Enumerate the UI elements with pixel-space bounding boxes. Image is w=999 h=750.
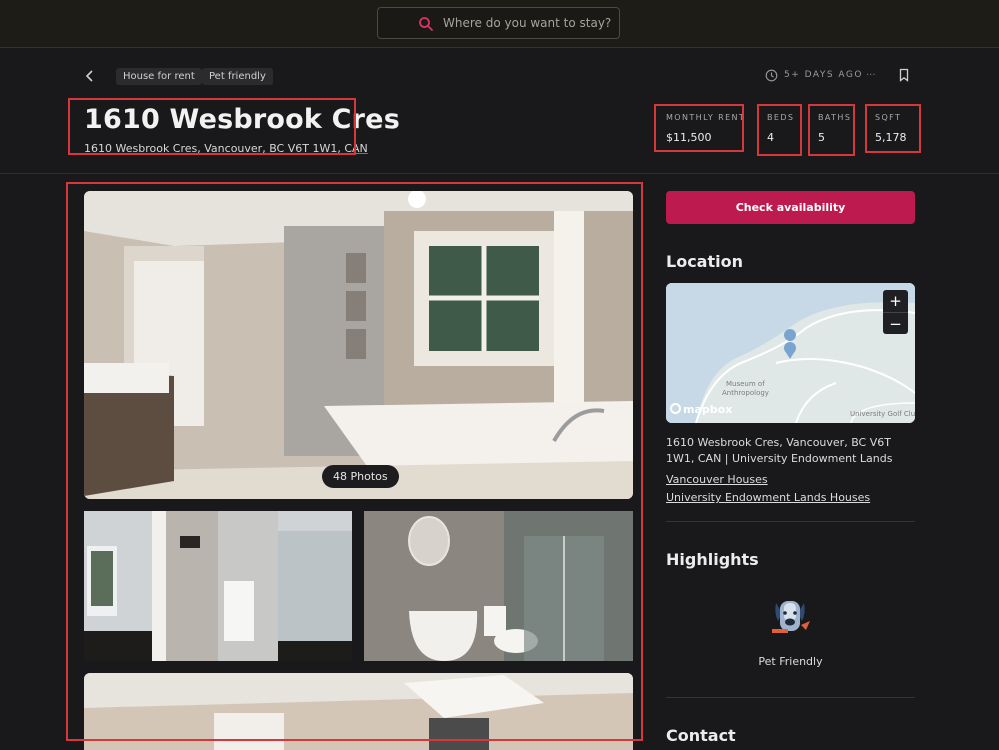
posted-time-text: 5+ DAYS AGO — [784, 70, 863, 80]
search-input[interactable]: Where do you want to stay? — [377, 7, 620, 39]
vancouver-houses-link[interactable]: Vancouver Houses — [666, 473, 768, 486]
tag-pet-friendly[interactable]: Pet friendly — [202, 68, 273, 85]
zoom-in-button[interactable]: + — [883, 290, 908, 312]
check-availability-button[interactable]: Check availability — [666, 191, 915, 224]
beds-highlight-box — [757, 104, 802, 156]
mapbox-logo[interactable]: mapbox — [670, 403, 732, 416]
rent-highlight-box — [654, 104, 744, 152]
section-divider — [666, 521, 915, 522]
baths-highlight-box — [808, 104, 855, 156]
map-label-golf: University Golf Clu — [850, 410, 915, 418]
section-divider — [666, 697, 915, 698]
dog-icon — [772, 601, 810, 633]
gallery-highlight-box — [66, 182, 643, 741]
zoom-out-button[interactable]: − — [883, 312, 908, 335]
header-divider — [0, 173, 999, 174]
tag-house-for-rent[interactable]: House for rent — [116, 68, 202, 85]
location-map[interactable]: Museum of Anthropology University Golf C… — [666, 283, 915, 423]
bookmark-icon[interactable] — [897, 68, 911, 82]
mapbox-logo-text: mapbox — [683, 403, 733, 416]
search-placeholder: Where do you want to stay? — [443, 16, 612, 30]
back-arrow-icon[interactable] — [82, 68, 98, 84]
highlights-heading: Highlights — [666, 550, 759, 569]
mapbox-icon — [670, 403, 681, 414]
location-heading: Location — [666, 252, 743, 271]
university-endowment-lands-houses-link[interactable]: University Endowment Lands Houses — [666, 491, 870, 504]
more-options-button[interactable]: ... — [866, 67, 876, 78]
sqft-highlight-box — [865, 104, 921, 153]
clock-icon — [765, 69, 778, 82]
map-zoom-control: + − — [883, 290, 908, 334]
map-label-museum: Museum of — [726, 380, 765, 388]
pet-friendly-label: Pet Friendly — [758, 655, 823, 668]
map-label-anthropology: Anthropology — [722, 389, 769, 397]
search-icon — [419, 17, 433, 31]
location-address: 1610 Wesbrook Cres, Vancouver, BC V6T 1W… — [666, 436, 893, 465]
title-highlight-box — [68, 98, 356, 155]
top-bar: Where do you want to stay? — [0, 0, 999, 48]
contact-heading: Contact — [666, 726, 736, 745]
